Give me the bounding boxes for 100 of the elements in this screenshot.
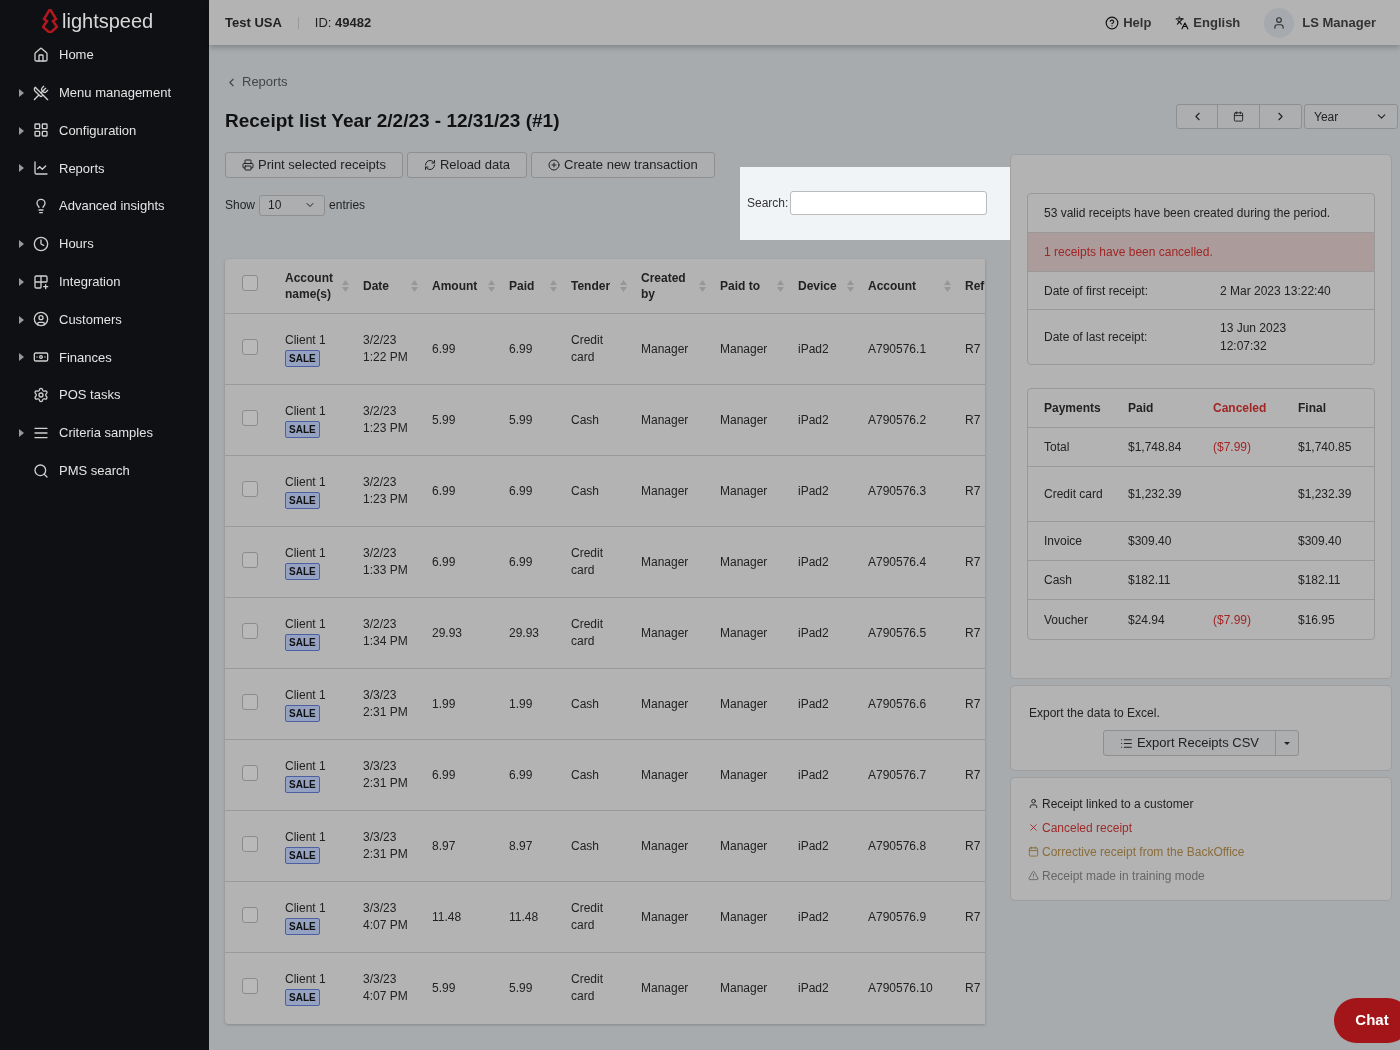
sale-tag: SALE [285, 918, 320, 935]
payments-cell: $182.11 [1128, 573, 1171, 587]
table-cell: 6.99 [432, 767, 456, 782]
cross-icon [1028, 822, 1039, 833]
payments-cell: $1,740.85 [1298, 440, 1352, 454]
date-label: Date of last receipt: [1044, 329, 1149, 346]
table-cell: R7 [965, 838, 981, 853]
column-header[interactable]: Account name(s) [285, 269, 338, 302]
payments-cell: $309.40 [1128, 534, 1172, 548]
table-cell: iPad2 [798, 767, 829, 782]
table-cell: Credit card [571, 333, 603, 364]
language-button[interactable]: English [1175, 12, 1241, 33]
column-header[interactable]: Account [868, 277, 916, 294]
sort-icon [620, 279, 627, 292]
user-icon [1272, 15, 1287, 30]
action-button[interactable]: Print selected receipts [225, 151, 403, 178]
table-cell: 6.99 [432, 483, 456, 498]
column-header[interactable]: Created by [641, 269, 695, 302]
calendar-icon [1028, 846, 1039, 857]
table-cell: A790576.2 [868, 412, 927, 427]
table-cell: 8.97 [432, 838, 456, 853]
checkbox[interactable] [242, 338, 258, 355]
payments-header: Paid [1128, 400, 1155, 417]
sidebar-item[interactable]: Criteria samples [0, 413, 209, 452]
page-size-select[interactable]: 10 [259, 194, 326, 216]
column-header[interactable]: Ref [965, 277, 985, 294]
checkbox[interactable] [242, 764, 258, 781]
sidebar-item[interactable]: Configuration [0, 111, 209, 150]
table-cell: 3/2/23 1:23 PM [363, 404, 408, 435]
checkbox[interactable] [242, 835, 258, 852]
table-cell: 3/2/23 1:23 PM [363, 475, 408, 506]
user-menu[interactable]: LS Manager [1264, 7, 1376, 38]
sort-icon [699, 279, 706, 292]
payments-header: Canceled [1213, 400, 1268, 417]
table-cell-text: Client 1 [285, 403, 326, 420]
sidebar-item[interactable]: Customers [0, 300, 209, 339]
table-cell: Manager [641, 341, 689, 356]
sidebar-item[interactable]: Hours [0, 225, 209, 263]
sidebar-item[interactable]: POS tasks [0, 376, 209, 414]
chart-icon [33, 160, 49, 177]
payments-cell: $1,748.84 [1128, 440, 1182, 454]
sidebar-item[interactable]: Menu management [0, 73, 209, 112]
table-cell: 5.99 [509, 412, 533, 427]
back-link[interactable]: Reports [225, 73, 1001, 91]
checkbox[interactable] [242, 622, 258, 639]
table-cell: A790576.4 [868, 554, 927, 569]
checkbox[interactable] [242, 409, 258, 426]
search-label: Search: [747, 195, 789, 212]
printer-icon [242, 158, 254, 171]
store-id: ID: 49482 [314, 13, 372, 32]
sidebar-item[interactable]: Reports [0, 149, 209, 188]
sidebar-item[interactable]: Finances [0, 338, 209, 377]
list-icon [1119, 736, 1133, 750]
column-header[interactable]: Tender [571, 277, 611, 294]
checkbox[interactable] [242, 480, 258, 497]
table-cell: Manager [641, 838, 689, 853]
table-cell: Manager [720, 767, 768, 782]
checkbox[interactable] [242, 275, 258, 292]
table-cell: Manager [641, 483, 689, 498]
table-cell: Manager [641, 767, 689, 782]
table-cell: 6.99 [509, 483, 533, 498]
dish-icon [33, 84, 49, 101]
table-cell: Manager [641, 909, 689, 924]
sidebar-item[interactable]: Advanced insights [0, 187, 209, 225]
action-button[interactable]: Reload data [406, 151, 528, 178]
logo-icon [42, 9, 58, 33]
calendar-icon [1233, 111, 1244, 122]
table-cell: Manager [720, 696, 768, 711]
home-icon [33, 46, 49, 63]
sidebar-item[interactable]: PMS search [0, 451, 209, 490]
table-cell: Manager [720, 909, 768, 924]
column-header[interactable]: Amount [432, 277, 478, 294]
table-cell: Manager [641, 554, 689, 569]
table-cell-text: Client 1 [285, 758, 326, 775]
checkbox[interactable] [242, 551, 258, 568]
sidebar-item[interactable]: Home [0, 36, 209, 74]
column-header[interactable]: Paid to [720, 277, 760, 294]
search-field[interactable] [790, 191, 988, 215]
checkbox[interactable] [242, 906, 258, 923]
payments-cell: Invoice [1044, 534, 1083, 548]
column-header[interactable]: Paid [509, 277, 535, 294]
table-cell: 3/3/23 2:31 PM [363, 830, 408, 861]
column-header[interactable]: Device [798, 277, 837, 294]
date-value: 13 Jun 2023 12:07:32 [1220, 320, 1288, 355]
chat-button[interactable]: Chat [1334, 998, 1400, 1043]
table-cell: 6.99 [509, 341, 533, 356]
table-cell: iPad2 [798, 909, 829, 924]
sidebar-item[interactable]: Integration [0, 262, 209, 301]
checkbox[interactable] [242, 977, 258, 994]
help-button[interactable]: Help [1105, 12, 1152, 33]
payments-cell: Total [1044, 440, 1070, 454]
checkbox[interactable] [242, 693, 258, 710]
column-header[interactable]: Date [363, 277, 389, 294]
user-circle-icon [33, 311, 49, 328]
table-cell: R7 [965, 909, 981, 924]
period-select[interactable]: Year [1304, 104, 1398, 129]
table-cell: Manager [641, 412, 689, 427]
action-button[interactable]: Create new transaction [531, 151, 715, 178]
table-cell: Manager [641, 625, 689, 640]
sale-tag: SALE [285, 705, 320, 722]
